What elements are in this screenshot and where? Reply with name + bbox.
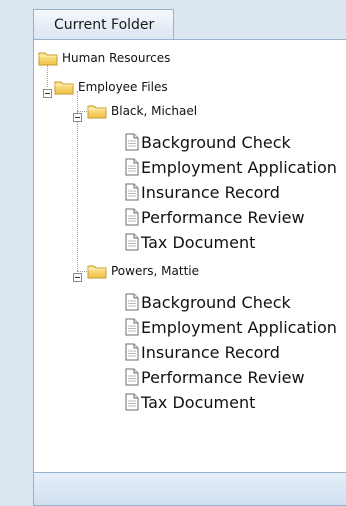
document-icon — [125, 368, 139, 386]
tree-node-document[interactable]: Employment Application — [125, 316, 346, 338]
tree-node-document[interactable]: Employment Application — [125, 156, 346, 178]
document-label: Background Check — [141, 133, 291, 152]
tab-label: Current Folder — [54, 17, 155, 33]
tree-node-employee-black-michael[interactable]: Black, Michael — [87, 100, 337, 122]
tree-node-document[interactable]: Background Check — [125, 291, 346, 313]
folder-label: Human Resources — [62, 51, 171, 65]
tree-node-employee-files[interactable]: Employee Files — [54, 76, 334, 98]
document-label: Tax Document — [141, 233, 256, 252]
folder-label: Powers, Mattie — [111, 264, 199, 278]
document-icon — [125, 393, 139, 411]
tree-node-document[interactable]: Tax Document — [125, 391, 346, 413]
collapse-toggle-icon[interactable] — [73, 107, 82, 116]
folder-icon — [87, 263, 107, 279]
document-icon — [125, 183, 139, 201]
document-icon — [125, 343, 139, 361]
tree-node-human-resources[interactable]: Human Resources — [38, 47, 338, 69]
folder-tree-panel: Human Resources Employee Files Black, Mi… — [33, 39, 346, 506]
tree-node-document[interactable]: Performance Review — [125, 366, 346, 388]
document-icon — [125, 208, 139, 226]
tree-node-document[interactable]: Insurance Record — [125, 181, 346, 203]
document-icon — [125, 318, 139, 336]
tree-node-employee-powers-mattie[interactable]: Powers, Mattie — [87, 260, 337, 282]
document-icon — [125, 293, 139, 311]
document-label: Performance Review — [141, 368, 305, 387]
document-label: Insurance Record — [141, 343, 280, 362]
folder-icon — [87, 103, 107, 119]
folder-label: Employee Files — [78, 80, 168, 94]
tab-current-folder[interactable]: Current Folder — [33, 9, 174, 39]
document-label: Employment Application — [141, 318, 337, 337]
document-icon — [125, 158, 139, 176]
collapse-toggle-icon[interactable] — [73, 267, 82, 276]
tree-node-document[interactable]: Tax Document — [125, 231, 346, 253]
panel-footer-bar — [34, 472, 346, 505]
current-folder-window: Current Folder Human Resources Employee … — [0, 0, 346, 506]
folder-label: Black, Michael — [111, 104, 198, 118]
tree-node-document[interactable]: Insurance Record — [125, 341, 346, 363]
tree-node-document[interactable]: Background Check — [125, 131, 346, 153]
tree-node-document[interactable]: Performance Review — [125, 206, 346, 228]
document-label: Background Check — [141, 293, 291, 312]
folder-icon — [54, 79, 74, 95]
document-label: Performance Review — [141, 208, 305, 227]
folder-icon — [38, 50, 58, 66]
document-label: Insurance Record — [141, 183, 280, 202]
document-icon — [125, 233, 139, 251]
document-label: Tax Document — [141, 393, 256, 412]
document-label: Employment Application — [141, 158, 337, 177]
collapse-toggle-icon[interactable] — [43, 83, 52, 92]
document-icon — [125, 133, 139, 151]
